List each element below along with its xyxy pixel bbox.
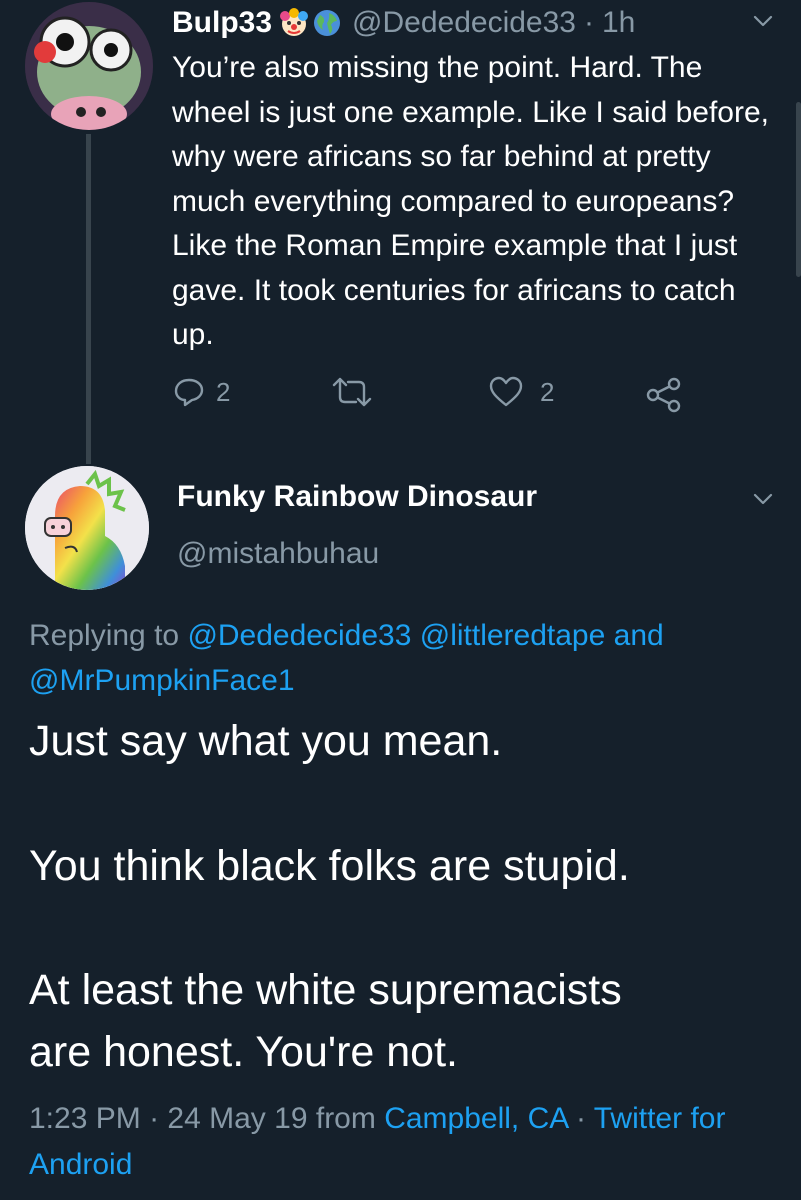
time-separator: · [583,6,594,39]
retweet-button[interactable] [330,375,374,409]
handle[interactable]: @Dededecide33 [352,6,576,40]
meta-separator: · [149,1102,160,1135]
globe-icon [312,8,342,38]
reply-icon [172,375,206,409]
reply-tweet-text: You’re also missing the point. Hard. The… [172,51,769,351]
replying-prefix: Replying to [29,619,180,652]
reply-count: 2 [216,376,231,407]
share-icon [644,375,684,415]
clown-face-icon [278,7,310,39]
replying-user-link[interactable]: @littleredtape [420,619,606,652]
reply-button[interactable]: 2 [172,375,230,409]
display-name[interactable]: Bulp33 [172,6,272,40]
chevron-down-icon[interactable] [752,10,774,37]
share-button[interactable] [644,375,684,415]
tweet-text-line: are honest. You're not. [29,1028,458,1076]
replying-and[interactable]: and [614,619,664,652]
tweet-text-line: At least the white supremacists [29,966,622,1014]
tweet-text-line: Just say what you mean. [29,717,503,765]
like-button[interactable]: 2 [488,375,554,409]
tweet-meta: 1:23 PM · 24 May 19 from Campbell, CA · … [29,1096,779,1188]
tweet-time[interactable]: 1h [602,6,635,40]
avatar[interactable] [25,2,153,130]
replying-user-link[interactable]: @Dededecide33 [187,619,411,652]
heart-icon [488,375,524,409]
avatar-image [25,466,149,590]
thread-line [86,134,91,464]
avatar[interactable] [25,466,149,590]
tweet-date: 24 May 19 [167,1102,308,1135]
tweet-text-line: You think black folks are stupid. [29,842,630,890]
meta-separator: · [575,1102,586,1135]
handle[interactable]: @mistahbuhau [177,537,379,571]
location-link[interactable]: Campbell, CA [384,1102,567,1135]
display-name[interactable]: Funky Rainbow Dinosaur [177,480,537,514]
tweet-time: 1:23 PM [29,1102,141,1135]
like-count: 2 [540,376,555,407]
from-label: from [315,1102,376,1135]
retweet-icon [330,375,374,409]
scrollbar[interactable] [796,102,801,277]
replying-to: Replying to @Dededecide33 @littleredtape… [29,613,769,703]
chevron-down-icon[interactable] [752,488,774,515]
avatar-image [25,2,153,130]
replying-user-link[interactable]: @MrPumpkinFace1 [29,664,295,697]
reply-tweet-header: Bulp33 @Dededecide33 · 1h [172,3,635,43]
